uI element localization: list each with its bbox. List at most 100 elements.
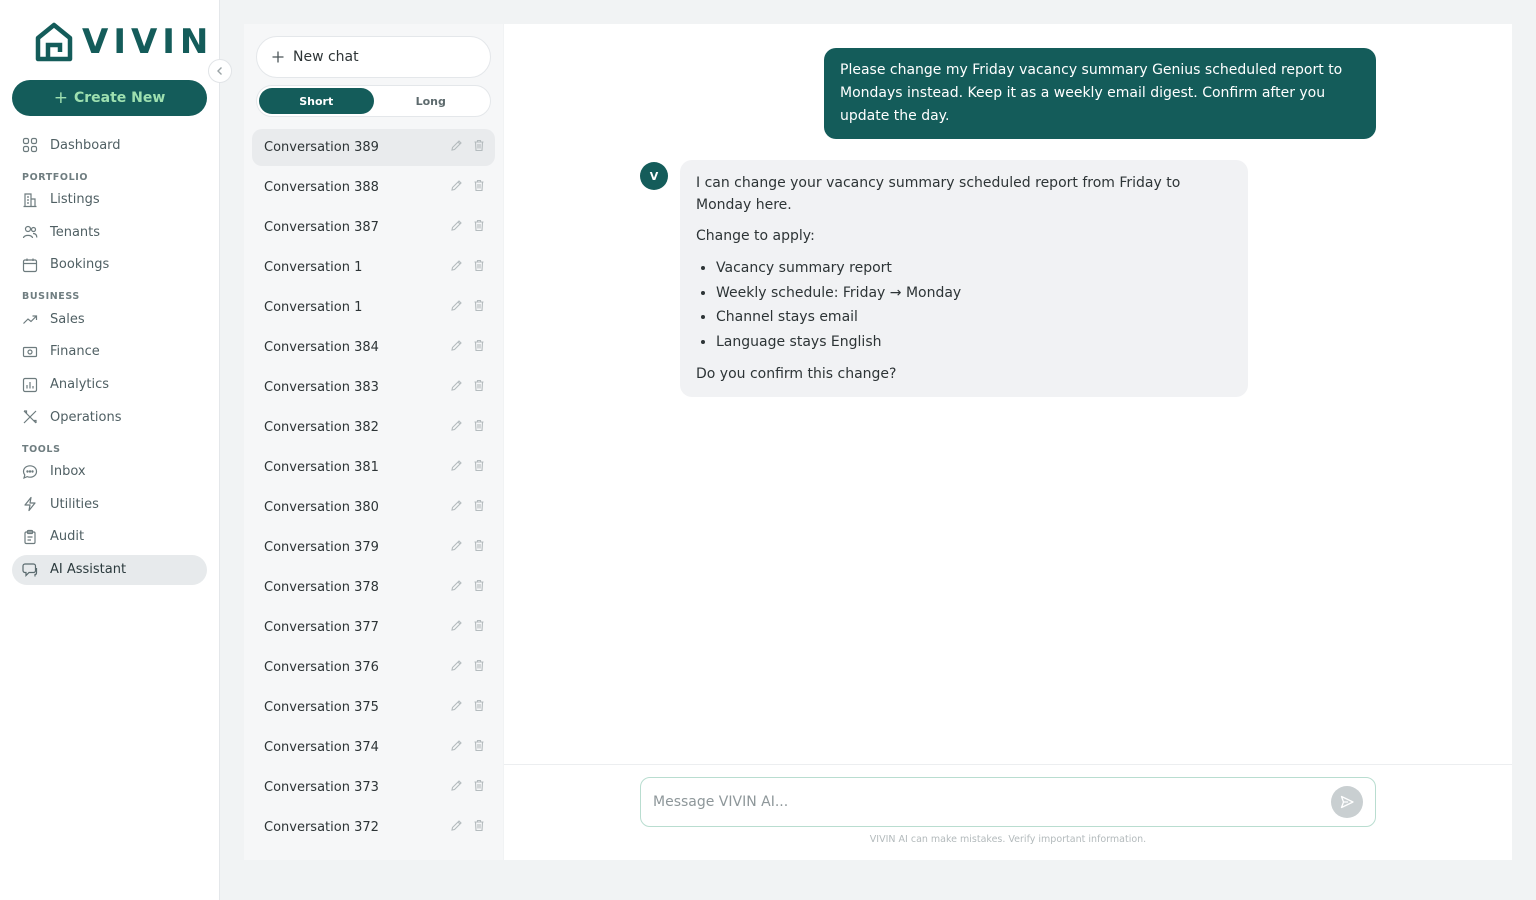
composer-divider: [504, 764, 1512, 765]
trash-icon[interactable]: [473, 699, 485, 716]
trash-icon[interactable]: [473, 179, 485, 196]
send-button[interactable]: [1331, 786, 1363, 818]
toggle-short[interactable]: Short: [259, 88, 374, 114]
edit-icon[interactable]: [450, 219, 463, 236]
nav-item-analytics[interactable]: Analytics: [12, 370, 207, 400]
trash-icon[interactable]: [473, 259, 485, 276]
list-item: Vacancy summary report: [716, 256, 1232, 281]
trash-icon[interactable]: [473, 419, 485, 436]
conversation-item[interactable]: Conversation 376: [252, 649, 495, 686]
trash-icon[interactable]: [473, 779, 485, 796]
edit-icon[interactable]: [450, 579, 463, 596]
conversation-label: Conversation 1: [264, 300, 363, 315]
trash-icon[interactable]: [473, 539, 485, 556]
trash-icon[interactable]: [473, 659, 485, 676]
conversation-item[interactable]: Conversation 375: [252, 689, 495, 726]
nav-item-operations[interactable]: Operations: [12, 402, 207, 432]
new-chat-button[interactable]: New chat: [256, 36, 491, 78]
conversation-item[interactable]: Conversation 373: [252, 769, 495, 806]
trash-icon[interactable]: [473, 739, 485, 756]
nav-item-tenants[interactable]: Tenants: [12, 217, 207, 247]
sidebar: VIVIN + Create New Dashboard PORTFOLIO L…: [0, 0, 220, 900]
house-logo-icon: [35, 22, 73, 62]
conversation-item[interactable]: Conversation 389: [252, 129, 495, 166]
conversation-item[interactable]: Conversation 374: [252, 729, 495, 766]
trash-icon[interactable]: [473, 499, 485, 516]
nav-label: Sales: [50, 311, 85, 327]
conversation-item[interactable]: Conversation 387: [252, 209, 495, 246]
conversation-label: Conversation 378: [264, 580, 379, 595]
edit-icon[interactable]: [450, 699, 463, 716]
collapse-sidebar-button[interactable]: [208, 59, 232, 83]
nav-item-ai-assistant[interactable]: AI Assistant: [12, 554, 207, 585]
nav-label: AI Assistant: [50, 562, 127, 578]
message-input[interactable]: [653, 794, 1331, 810]
edit-icon[interactable]: [450, 419, 463, 436]
edit-icon[interactable]: [450, 179, 463, 196]
banknote-icon: [22, 346, 38, 358]
conversation-item[interactable]: Conversation 378: [252, 569, 495, 606]
conversation-label: Conversation 376: [264, 660, 379, 675]
logo[interactable]: VIVIN: [34, 20, 213, 64]
conversation-item[interactable]: Conversation 382: [252, 409, 495, 446]
nav-label: Tenants: [50, 224, 101, 240]
nav-item-inbox[interactable]: Inbox: [12, 457, 207, 487]
edit-icon[interactable]: [450, 779, 463, 796]
conversation-label: Conversation 382: [264, 420, 379, 435]
trash-icon[interactable]: [473, 579, 485, 596]
trash-icon[interactable]: [473, 459, 485, 476]
trash-icon[interactable]: [473, 139, 485, 156]
conversation-actions: [450, 459, 485, 476]
edit-icon[interactable]: [450, 539, 463, 556]
conversation-item[interactable]: Conversation 383: [252, 369, 495, 406]
edit-icon[interactable]: [450, 459, 463, 476]
tools-icon: [23, 410, 37, 424]
nav-item-bookings[interactable]: Bookings: [12, 250, 207, 280]
logo-text: VIVIN: [82, 22, 214, 62]
nav-item-sales[interactable]: Sales: [12, 304, 207, 334]
edit-icon[interactable]: [450, 259, 463, 276]
list-item: Weekly schedule: Friday → Monday: [716, 281, 1232, 306]
conversation-item[interactable]: Conversation 377: [252, 609, 495, 646]
trash-icon[interactable]: [473, 299, 485, 316]
conversation-item[interactable]: Conversation 372: [252, 809, 495, 846]
user-message: Please change my Friday vacancy summary …: [824, 48, 1376, 139]
nav-item-dashboard[interactable]: Dashboard: [12, 130, 207, 160]
trash-icon[interactable]: [473, 339, 485, 356]
trash-icon[interactable]: [473, 619, 485, 636]
conversation-actions: [450, 299, 485, 316]
edit-icon[interactable]: [450, 819, 463, 836]
trash-icon[interactable]: [473, 819, 485, 836]
edit-icon[interactable]: [450, 619, 463, 636]
conversation-item[interactable]: Conversation 1: [252, 249, 495, 286]
edit-icon[interactable]: [450, 139, 463, 156]
nav-item-listings[interactable]: Listings: [12, 185, 207, 215]
create-new-button[interactable]: + Create New: [12, 80, 207, 116]
conversation-item[interactable]: Conversation 1: [252, 289, 495, 326]
trash-icon[interactable]: [473, 379, 485, 396]
trending-up-icon: [23, 315, 38, 325]
conversation-item[interactable]: Conversation 379: [252, 529, 495, 566]
clipboard-icon: [24, 529, 36, 545]
nav-item-audit[interactable]: Audit: [12, 522, 207, 552]
edit-icon[interactable]: [450, 739, 463, 756]
toggle-long[interactable]: Long: [374, 88, 489, 114]
conversation-actions: [450, 139, 485, 156]
nav-label: Listings: [50, 192, 100, 208]
nav-item-finance[interactable]: Finance: [12, 337, 207, 367]
edit-icon[interactable]: [450, 299, 463, 316]
edit-icon[interactable]: [450, 659, 463, 676]
calendar-icon: [22, 258, 38, 272]
nav-item-utilities[interactable]: Utilities: [12, 489, 207, 519]
conversation-item[interactable]: Conversation 388: [252, 169, 495, 206]
conversation-item[interactable]: Conversation 381: [252, 449, 495, 486]
edit-icon[interactable]: [450, 379, 463, 396]
conversation-item[interactable]: Conversation 380: [252, 489, 495, 526]
trash-icon[interactable]: [473, 219, 485, 236]
list-item: Language stays English: [716, 330, 1232, 355]
conversation-actions: [450, 659, 485, 676]
edit-icon[interactable]: [450, 499, 463, 516]
conversation-item[interactable]: Conversation 384: [252, 329, 495, 366]
nav-label: Bookings: [50, 257, 110, 273]
edit-icon[interactable]: [450, 339, 463, 356]
